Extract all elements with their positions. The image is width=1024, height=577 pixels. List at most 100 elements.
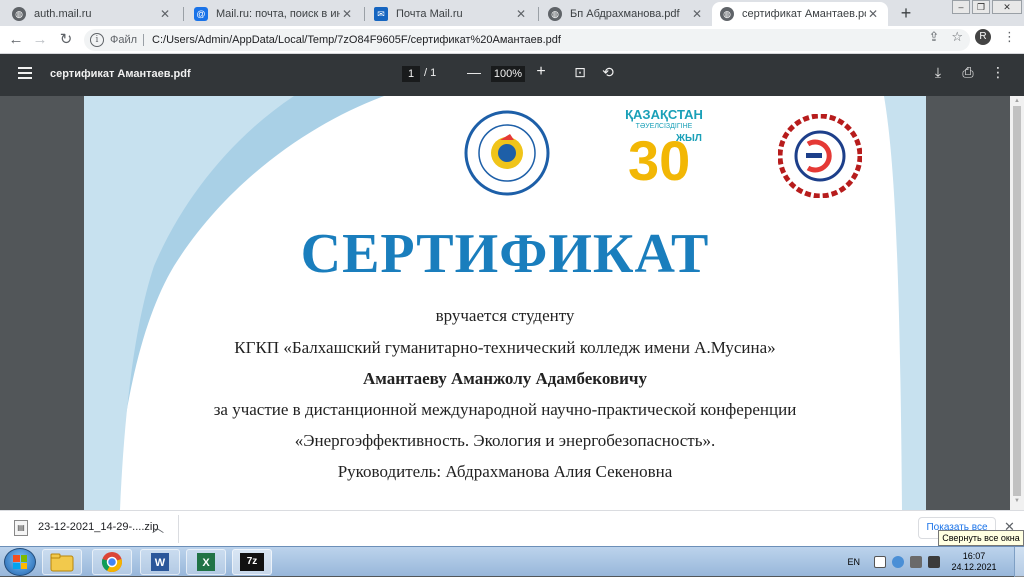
tab-auth-mail[interactable]: ◍ auth.mail.ru ✕ [4,2,180,26]
show-desktop-button[interactable] [1014,547,1024,577]
network-icon[interactable] [892,556,904,568]
address-bar[interactable]: i Файл C:/Users/Admin/AppData/Local/Temp… [84,29,970,51]
mail-icon: ✉ [374,7,388,21]
more-options-icon[interactable]: ⋮ [988,64,1008,81]
close-icon[interactable]: ✕ [514,7,528,21]
tab-certificate-amantaev[interactable]: ◍ сертификат Амантаев.pdf ✕ [712,2,888,26]
back-icon[interactable]: ← [6,30,26,50]
excel-icon: X [197,553,215,571]
power-icon[interactable] [910,556,922,568]
word-icon: W [151,553,169,571]
download-item[interactable]: 23-12-2021_14-29-....zip [38,521,158,533]
scheme-label: Файл [110,34,138,46]
globe-icon: ◍ [548,7,562,21]
energy-college-logo [778,114,862,198]
url-text[interactable]: C:/Users/Admin/AppData/Local/Temp/7zO84F… [152,34,561,46]
svg-text:W: W [155,557,166,569]
clock-date: 24.12.2021 [951,562,997,572]
certificate-title: СЕРТИФИКАТ [300,223,710,285]
menu-icon[interactable] [18,67,32,81]
tab-divider [364,7,365,21]
page-number-input[interactable]: 1 [402,66,420,82]
fit-page-icon[interactable]: ⊡ [570,64,590,81]
reload-icon[interactable]: ↻ [56,30,76,50]
7zip-icon: 7z [240,553,264,571]
pdf-page: ҚАЗАҚСТАН ТӘУЕЛСІЗДІГІНЕ 30 ЖЫЛ СЕРТИФИК… [84,96,926,510]
logo-word: ЖЫЛ [676,133,702,144]
restore-icon[interactable]: ❐ [972,0,990,14]
chevron-up-icon[interactable]: ︿ [152,519,164,536]
download-icon[interactable]: ⤓ [928,64,948,81]
taskbar-chrome[interactable] [92,549,132,575]
certificate-line-recipient: Амантаеву Аманжолу Адамбековичу [363,369,647,388]
pdf-viewport[interactable]: ҚАЗАҚСТАН ТӘУЕЛСІЗДІГІНЕ 30 ЖЫЛ СЕРТИФИК… [0,96,1010,510]
address-divider [143,34,145,46]
close-icon[interactable]: ✕ [866,7,880,21]
certificate-line-presented: вручается студенту [435,306,575,325]
tab-title: сертификат Амантаев.pdf [742,8,866,20]
show-desktop-tooltip: Свернуть все окна [938,530,1024,546]
clock-time: 16:07 [962,551,986,561]
chrome-icon [101,552,122,573]
windows-logo-icon [13,555,27,569]
pdf-toolbar: сертификат Амантаев.pdf 1 / 1 — 100% + ⊡… [0,54,1024,96]
taskbar-excel[interactable]: X [186,549,226,575]
certificate-line-supervisor: Руководитель: Абдрахманова Алия Секеновн… [337,462,673,481]
svg-text:X: X [202,557,210,569]
menu-kebab-icon[interactable]: ⋮ [1003,29,1016,45]
language-indicator[interactable]: EN [847,557,860,567]
profile-avatar[interactable]: R [975,29,991,45]
scroll-up-icon[interactable]: ▲ [1014,98,1020,104]
tab-title: auth.mail.ru [34,8,92,20]
close-window-icon[interactable]: ✕ [992,0,1022,14]
taskbar-7zip[interactable]: 7z [232,549,272,575]
pdf-title: сертификат Амантаев.pdf [50,68,191,80]
browser-toolbar: ← → ↻ i Файл C:/Users/Admin/AppData/Loca… [0,26,1024,54]
forward-icon[interactable]: → [30,30,50,50]
explorer-icon [50,553,74,572]
close-icon[interactable]: ✕ [158,7,172,21]
vertical-scrollbar[interactable]: ▲ ▼ [1010,96,1024,510]
page-total: / 1 [424,67,437,79]
toolbar-actions: ⇪ ☆ R ⋮ [928,29,1016,45]
clock[interactable]: 16:07 24.12.2021 [946,551,1002,573]
close-icon[interactable]: ✕ [340,7,354,21]
certificate-line-college: КГКП «Балхашский гуманитарно-технический… [234,338,776,357]
windows-taskbar: W X 7z EN 16:07 24.12.2021 [0,546,1024,577]
independence-30-logo: ҚАЗАҚСТАН ТӘУЕЛСІЗДІГІНЕ 30 ЖЫЛ [624,108,704,198]
certificate-line-participation: за участие в дистанционной международной… [213,400,797,419]
close-icon[interactable]: ✕ [690,7,704,21]
print-icon[interactable]: ⎙ [958,64,978,81]
tab-divider [183,7,184,21]
zoom-input[interactable]: 100% [491,66,525,82]
new-tab-button[interactable]: + [896,2,916,24]
globe-icon: ◍ [720,7,734,21]
tab-mailru-search[interactable]: @ Mail.ru: почта, поиск в интерне ✕ [186,2,362,26]
scrollbar-thumb[interactable] [1013,106,1021,496]
tab-divider [538,7,539,21]
zoom-in-icon[interactable]: + [531,63,551,81]
certificate-line-conference: «Энергоэффективность. Экология и энергоб… [294,431,716,450]
tab-title: Бп Абдрахманова.pdf [570,8,680,20]
scroll-down-icon[interactable]: ▼ [1014,498,1020,504]
minimize-icon[interactable]: – [952,0,970,14]
logo-kazakhstan-text: ҚАЗАҚСТАН [625,107,703,122]
taskbar-explorer[interactable] [42,549,82,575]
download-bar: ▤ 23-12-2021_14-29-....zip ︿ Показать вс… [0,510,1024,546]
college-center-logo [464,110,550,196]
system-tray: EN 16:07 24.12.2021 [847,547,1024,577]
taskbar-word[interactable]: W [140,549,180,575]
rotate-icon[interactable]: ⟲ [598,64,618,81]
start-button[interactable] [4,548,36,576]
zoom-out-icon[interactable]: — [464,64,484,80]
mailru-icon: @ [194,7,208,21]
bookmark-star-icon[interactable]: ☆ [951,29,963,45]
zip-file-icon: ▤ [14,520,28,536]
volume-icon[interactable] [928,556,940,568]
share-icon[interactable]: ⇪ [928,29,939,45]
tab-mail-inbox[interactable]: ✉ Почта Mail.ru ✕ [366,2,536,26]
info-icon[interactable]: i [90,33,104,47]
action-center-icon[interactable] [874,556,886,568]
tab-bp-abdrakhmanova[interactable]: ◍ Бп Абдрахманова.pdf ✕ [540,2,712,26]
tab-title: Mail.ru: почта, поиск в интерне [216,8,340,20]
